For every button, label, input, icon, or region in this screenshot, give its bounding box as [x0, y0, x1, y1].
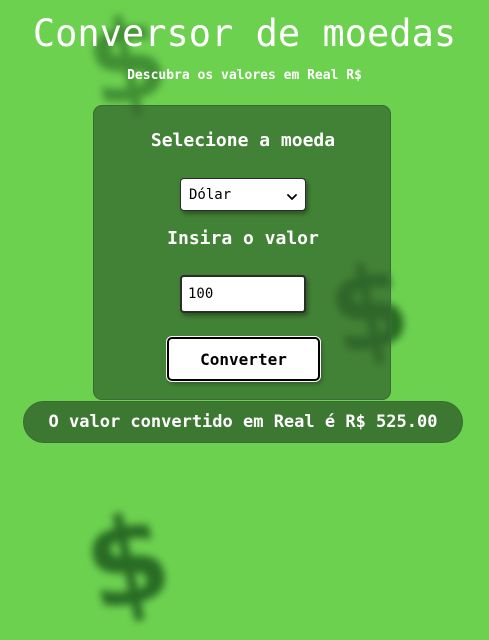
value-input[interactable]: 100: [180, 275, 306, 313]
result-display: O valor convertido em Real é R$ 525.00: [23, 401, 463, 443]
page-title: Conversor de moedas: [32, 12, 457, 55]
convert-button[interactable]: Converter: [167, 337, 320, 381]
currency-select[interactable]: Dólar: [180, 178, 306, 211]
value-input-text: 100: [188, 286, 214, 302]
value-label: Insira o valor: [167, 228, 319, 249]
currency-select-value: Dólar: [189, 186, 232, 203]
chevron-down-icon: [287, 190, 297, 200]
dollar-sign-icon: $: [72, 486, 183, 640]
page-subtitle: Descubra os valores em Real R$: [127, 68, 362, 83]
currency-label: Selecione a moeda: [150, 130, 336, 151]
converter-card: Selecione a moeda Dólar Insira o valor 1…: [93, 105, 391, 400]
